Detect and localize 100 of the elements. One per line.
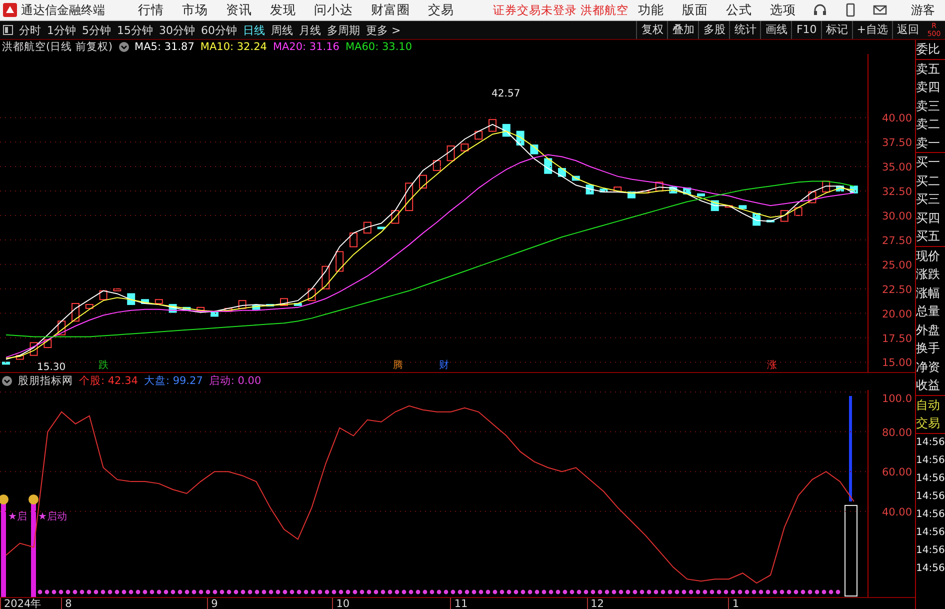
candle (182, 306, 191, 311)
axis-label: 17.50 (882, 332, 912, 345)
mail-icon[interactable] (873, 3, 887, 17)
chart-title: 洪都航空(日线 前复权) (2, 40, 113, 54)
candle (474, 130, 483, 140)
candle (154, 299, 163, 304)
chevron-icon[interactable] (2, 376, 12, 386)
quote-field-label[interactable]: 卖四 (916, 78, 945, 96)
menu-item[interactable]: 功能 (629, 2, 673, 18)
login-notice: 证券交易未登录 洪都航空 (493, 2, 629, 18)
quote-field-label[interactable]: 外盘 (916, 320, 945, 339)
menu-item[interactable]: 资讯 (217, 2, 261, 18)
quote-field-label[interactable]: 交易 (916, 414, 945, 432)
indicator-legend: 个股: 42.34 (79, 374, 138, 388)
toolbar-button[interactable]: 叠加 (667, 21, 698, 39)
period-tab[interactable]: 60分钟 (198, 22, 240, 38)
toolbar-button[interactable]: 复权 (636, 21, 668, 39)
date-label: 9 (207, 598, 218, 609)
toolbar-button[interactable]: +自选 (852, 21, 892, 39)
candle (85, 304, 94, 309)
toolbar-button[interactable]: 标记 (820, 21, 852, 39)
menu-item[interactable]: 市场 (173, 2, 217, 18)
indicator-title: 股朋指标网 (18, 374, 73, 388)
toolbar-button[interactable]: 统计 (729, 21, 760, 39)
candle (30, 342, 38, 356)
menu-item[interactable]: 选项 (761, 2, 805, 18)
indicator-legend: 启动: 0.00 (208, 374, 262, 388)
ma-legend: MA20: 31.16 (272, 41, 340, 53)
candle (600, 188, 608, 192)
quote-field-label[interactable]: 自动 (916, 396, 945, 414)
candle (683, 188, 692, 194)
menu-item[interactable]: 问小达 (305, 2, 362, 18)
quote-field-label[interactable]: 卖二 (916, 115, 945, 134)
toolbar-button[interactable]: 画线 (760, 21, 792, 39)
trade-time: 14:56 (916, 526, 945, 540)
quote-field-label[interactable]: 涨幅 (916, 284, 945, 302)
quote-field-label[interactable]: 换手 (916, 339, 945, 358)
period-tab[interactable]: 月线 (296, 22, 324, 38)
axis-label: 40.00 (882, 112, 912, 125)
menu-item[interactable]: 发现 (261, 2, 305, 18)
candle (432, 160, 441, 171)
user-label[interactable]: 游客 (911, 2, 935, 18)
chevron-icon[interactable] (118, 42, 129, 52)
axis-label: 100.0 (882, 392, 912, 405)
candle (766, 220, 774, 222)
quote-field-label[interactable]: 买四 (916, 208, 945, 227)
quote-field-label[interactable]: 总量 (916, 302, 945, 320)
period-tab[interactable]: 30分钟 (156, 22, 198, 38)
signal-marker: 涨 (766, 360, 777, 371)
candle (266, 304, 274, 306)
period-tab[interactable]: 分时 (16, 22, 44, 38)
quote-field-label[interactable]: 涨跌 (916, 265, 945, 284)
quote-field-label[interactable]: 卖三 (916, 96, 945, 115)
menu-item[interactable]: 财富圈 (362, 2, 419, 18)
price-label: 15.30 (37, 362, 66, 372)
date-label: 10 (332, 598, 350, 609)
headset-icon[interactable] (813, 3, 827, 17)
quote-field-label[interactable]: 买三 (916, 190, 945, 208)
candle (113, 288, 122, 292)
signal-marker: 跌 (98, 360, 108, 371)
period-tab[interactable]: 周线 (268, 22, 296, 38)
date-label: 2024年 (0, 598, 42, 609)
panel-toggle-icon[interactable] (3, 25, 13, 35)
trade-time: 14:56 (916, 436, 945, 450)
trade-time: 14:56 (916, 490, 945, 504)
menu-item[interactable]: 版面 (673, 2, 717, 18)
candle (224, 308, 232, 312)
candle (516, 130, 524, 146)
candle (336, 251, 344, 272)
period-tab[interactable]: 1分钟 (44, 22, 79, 38)
period-tab[interactable]: 15分钟 (114, 22, 156, 38)
period-tab[interactable]: 多周期 (324, 22, 363, 38)
period-tab[interactable]: 5分钟 (79, 22, 114, 38)
ma-legend: MA60: 33.10 (345, 41, 412, 53)
toolbar-button[interactable]: 返回 (892, 21, 923, 39)
quote-field-label[interactable]: 卖一 (916, 134, 945, 152)
candle (72, 303, 80, 322)
quote-field-label[interactable]: 卖五 (916, 60, 945, 78)
candle (405, 182, 414, 212)
axis-label: 35.00 (882, 162, 912, 174)
quote-field-label[interactable]: 净资 (916, 358, 945, 376)
candle (16, 354, 24, 360)
quote-field-label[interactable]: 收益 (916, 376, 945, 394)
quote-field-label[interactable]: 买二 (916, 172, 945, 190)
toolbar-button[interactable]: F10 (791, 21, 821, 39)
candle (460, 144, 469, 152)
menu-item[interactable]: 行情 (129, 2, 173, 18)
quote-field-label[interactable]: 委比 (916, 40, 945, 58)
candle (614, 186, 622, 192)
period-tab[interactable]: 日线 (240, 22, 268, 38)
period-tab[interactable]: 更多 > (363, 22, 404, 38)
indicator-legend: 大盘: 99.27 (144, 374, 203, 388)
quote-field-label[interactable]: 买一 (916, 153, 945, 172)
quote-field-label[interactable]: 买五 (916, 227, 945, 246)
candle (808, 191, 816, 204)
toolbar-button[interactable]: 多股 (698, 21, 730, 39)
quote-field-label[interactable]: 现价 (916, 246, 945, 265)
menu-item[interactable]: 公式 (717, 2, 761, 18)
candle (308, 288, 316, 302)
menu-item[interactable]: 交易 (419, 2, 463, 18)
